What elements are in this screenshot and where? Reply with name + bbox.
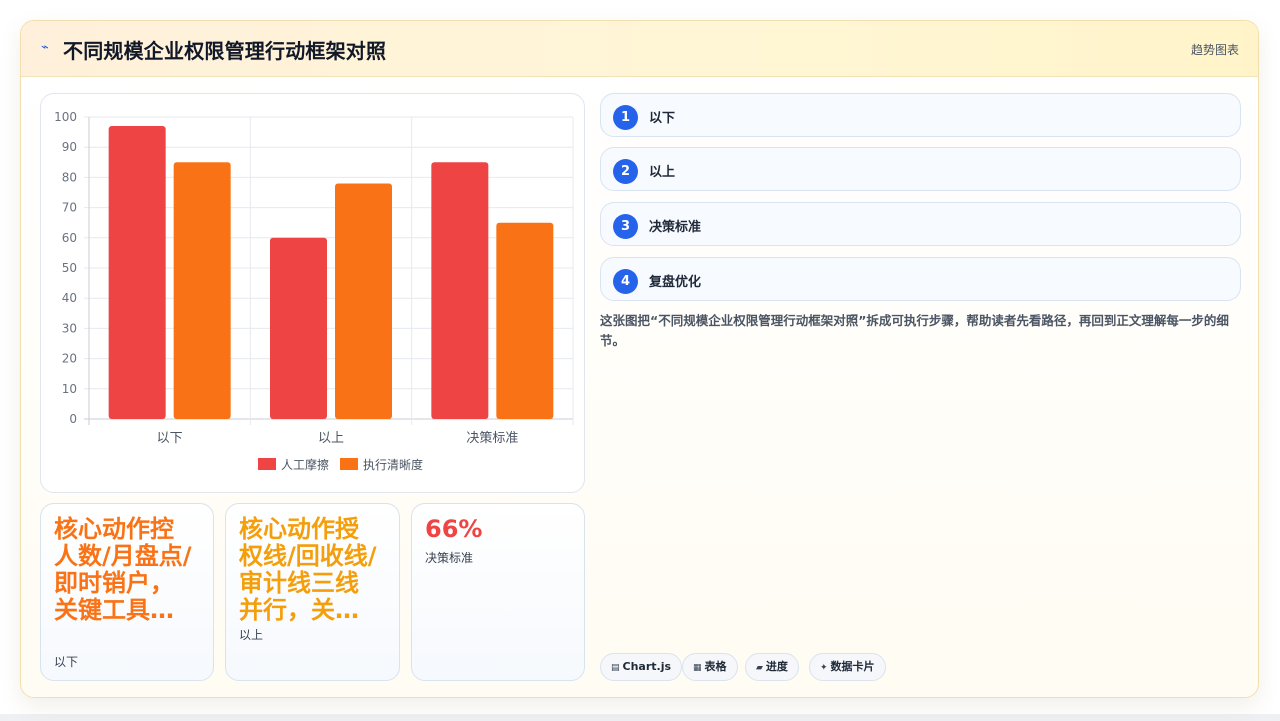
- y-tick-label: 50: [62, 261, 77, 275]
- bar-1-3: [431, 162, 489, 420]
- stat-value-2: 核心动作授权线/回收线/审计线三线并行，关…: [239, 515, 377, 624]
- bar-chart-panel: 0 10 20 30 40 50 60 70 80 90 100 以下 以上 决策标准人工摩擦 执行清晰度: [40, 93, 585, 493]
- bar-1-2: [270, 237, 327, 419]
- page-title: 不同规模企业权限管理行动框架对照: [63, 39, 387, 63]
- chip-table[interactable]: ▦ 表格: [682, 653, 738, 681]
- step-label-4: 复盘优化: [649, 275, 702, 290]
- stat-label-3: 决策标准: [425, 551, 474, 565]
- legend-label-1: 人工摩擦: [281, 457, 329, 472]
- chip-label-table: 表格: [704, 660, 727, 673]
- step-label-2: 以上: [649, 165, 676, 180]
- chart-icon: ▤: [611, 663, 620, 673]
- x-tick-label: 决策标准: [466, 430, 518, 446]
- step-item-3[interactable]: 3 决策标准: [600, 202, 1241, 246]
- step-number-3: 3: [613, 214, 638, 239]
- bar-2-1: [173, 162, 231, 420]
- stat-card-1: 核心动作控人数/月盘点/即时销户，关键工具… 以下: [40, 503, 214, 681]
- table-icon: ▦: [693, 663, 702, 673]
- step-number-2: 2: [613, 159, 638, 184]
- chip-chartjs[interactable]: ▤ Chart.js: [600, 653, 683, 681]
- y-tick-label: 30: [62, 321, 77, 335]
- chart-description: 这张图把“不同规模企业权限管理行动框架对照”拆成可执行步骤，帮助读者先看路径，再…: [600, 313, 1229, 348]
- stat-label-1: 以下: [54, 655, 79, 669]
- y-tick-label: 10: [62, 382, 77, 396]
- chip-data-card[interactable]: ✦ 数据卡片: [809, 653, 886, 681]
- y-tick-label: 70: [62, 201, 77, 215]
- chip-label-progress: 进度: [765, 660, 788, 673]
- bar-2-3: [496, 222, 554, 419]
- progress-icon: ▰: [756, 663, 763, 673]
- y-tick-label: 20: [62, 352, 77, 366]
- chart-type-tag: 趋势图表: [1190, 43, 1239, 57]
- legend-label-2: 执行清晰度: [363, 457, 423, 472]
- step-label-1: 以下: [649, 111, 676, 126]
- stat-card-2: 核心动作授权线/回收线/审计线三线并行，关… 以上: [225, 503, 400, 681]
- y-tick-label: 40: [62, 291, 77, 305]
- stat-value-1: 核心动作控人数/月盘点/即时销户，关键工具…: [54, 515, 192, 624]
- step-label-3: 决策标准: [649, 220, 702, 235]
- bar-2-2: [335, 183, 392, 419]
- y-tick-label: 60: [62, 231, 77, 245]
- chip-progress[interactable]: ▰ 进度: [745, 653, 799, 681]
- card-header: ⌁ 不同规模企业权限管理行动框架对照 趋势图表: [21, 21, 1258, 77]
- chip-label-chartjs: Chart.js: [622, 660, 672, 673]
- step-item-1[interactable]: 1 以下: [600, 93, 1241, 137]
- x-tick-label: 以上: [318, 431, 344, 446]
- step-item-2[interactable]: 2 以上: [600, 147, 1241, 191]
- y-tick-label: 100: [54, 110, 77, 124]
- step-number-4: 4: [613, 269, 638, 294]
- sparkle-icon: ✦: [820, 663, 828, 673]
- step-number-1: 1: [613, 105, 638, 130]
- stat-card-3: 66% 决策标准: [411, 503, 585, 681]
- y-tick-label: 80: [62, 170, 77, 184]
- main-card: ⌁ 不同规模企业权限管理行动框架对照 趋势图表 0 10 20 30 40 50 60 70 8…: [20, 20, 1259, 698]
- y-tick-label: 0: [69, 412, 77, 426]
- chip-label-data-card: 数据卡片: [830, 660, 875, 673]
- y-tick-label: 90: [62, 140, 77, 154]
- trend-icon: ⌁: [41, 40, 49, 55]
- step-item-4[interactable]: 4 复盘优化: [600, 257, 1241, 301]
- x-tick-label: 以下: [157, 431, 183, 446]
- legend-swatch-2: [340, 458, 358, 470]
- stat-value-3: 66%: [425, 515, 483, 543]
- legend-swatch-1: [258, 458, 276, 470]
- stat-label-2: 以上: [239, 628, 264, 642]
- bar-chart: 0 10 20 30 40 50 60 70 80 90 100 以下 以上 决策标准人工摩擦 执行清晰度: [54, 110, 574, 472]
- bar-1-1: [108, 126, 166, 419]
